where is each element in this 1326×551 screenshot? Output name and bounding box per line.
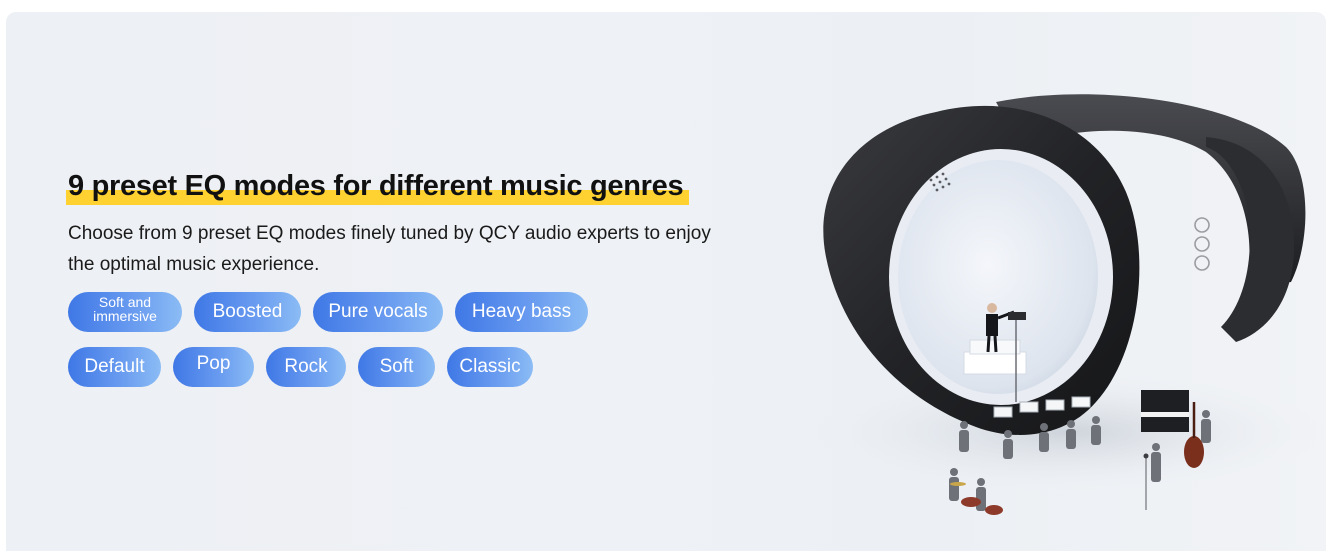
eq-mode-pure-vocals[interactable]: Pure vocals	[313, 292, 443, 332]
eq-mode-pop[interactable]: Pop	[173, 347, 254, 387]
eq-mode-soft[interactable]: Soft	[358, 347, 435, 387]
eq-mode-boosted[interactable]: Boosted	[194, 292, 301, 332]
headline: 9 preset EQ modes for different music ge…	[68, 170, 684, 202]
eq-mode-rock[interactable]: Rock	[266, 347, 346, 387]
qcy-logo-icon	[1194, 217, 1210, 271]
eq-mode-default[interactable]: Default	[68, 347, 161, 387]
headline-block: 9 preset EQ modes for different music ge…	[66, 170, 690, 205]
feature-description: Choose from 9 preset EQ modes finely tun…	[68, 223, 711, 275]
eq-mode-heavy-bass[interactable]: Heavy bass	[455, 292, 588, 332]
piano-icon	[1141, 390, 1189, 432]
eq-mode-classic[interactable]: Classic	[447, 347, 533, 387]
eq-mode-row-2: Default Pop Rock Soft Classic	[68, 347, 533, 387]
eq-mode-soft-and-immersive[interactable]: Soft and immersive	[68, 292, 182, 332]
eq-feature-banner: 9 preset EQ modes for different music ge…	[6, 12, 1326, 551]
headphone-orchestra-illustration	[806, 94, 1326, 515]
eq-mode-row-1: Soft and immersive Boosted Pure vocals H…	[68, 292, 588, 332]
